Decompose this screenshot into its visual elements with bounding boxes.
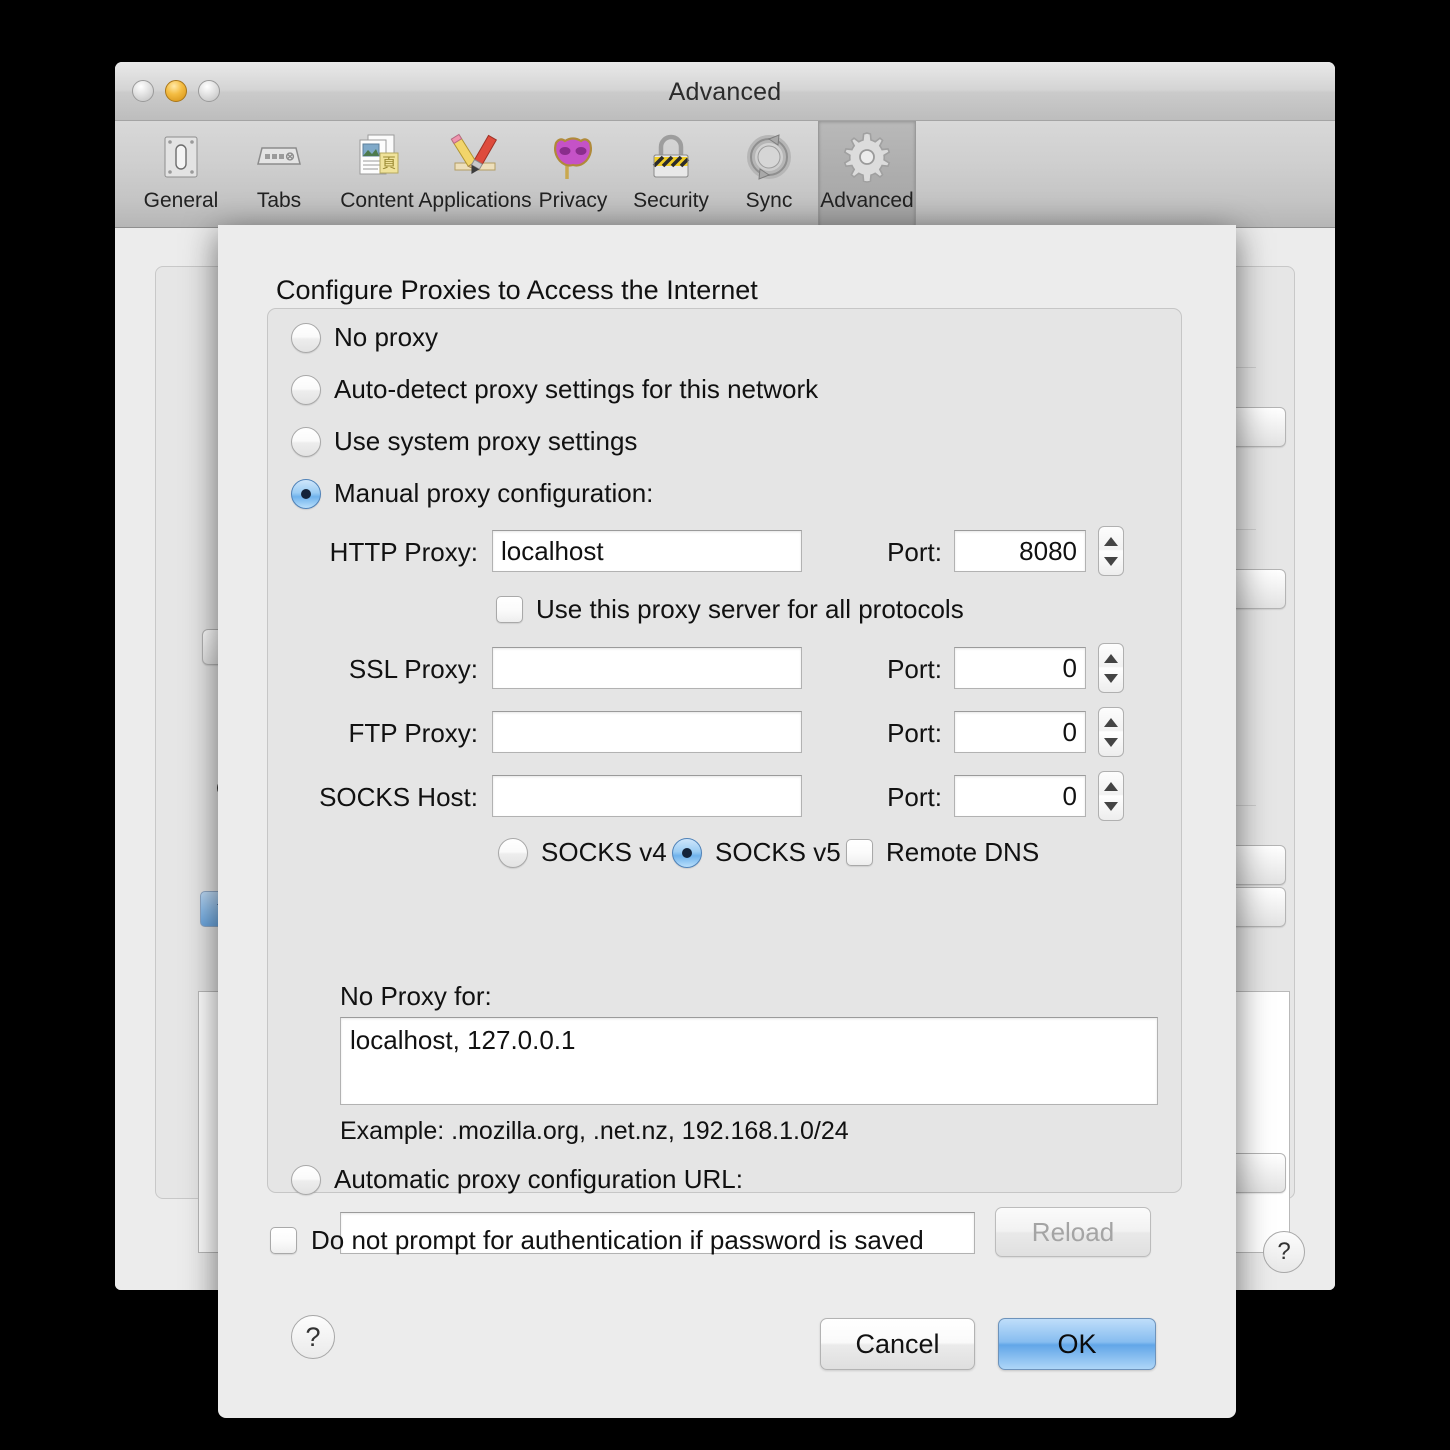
toolbar-item-label: Advanced: [820, 189, 914, 212]
socks-v4-label: SOCKS v4: [541, 837, 667, 867]
no-proxy-example-text: Example: .mozilla.org, .net.nz, 192.168.…: [340, 1117, 849, 1145]
radio-option-no-proxy[interactable]: No proxy: [291, 322, 438, 353]
stepper-up-icon[interactable]: [1104, 781, 1118, 791]
window-titlebar: Advanced: [115, 62, 1335, 121]
radio-icon[interactable]: [498, 837, 528, 868]
socks-port-label: Port:: [887, 782, 942, 812]
stepper-down-icon[interactable]: [1104, 556, 1118, 566]
no-proxy-textarea[interactable]: localhost, 127.0.0.1: [340, 1017, 1158, 1105]
radio-icon[interactable]: [291, 478, 321, 509]
stepper-down-icon[interactable]: [1104, 737, 1118, 747]
remote-dns-label: Remote DNS: [886, 837, 1040, 867]
radio-label: Manual proxy configuration:: [334, 478, 654, 508]
toolbar-item-label: General: [143, 189, 219, 212]
ssl-port-input[interactable]: 0: [954, 647, 1086, 689]
toolbar-item-label: Content: [340, 189, 414, 212]
radio-option-manual[interactable]: Manual proxy configuration:: [291, 478, 653, 509]
stepper-down-icon[interactable]: [1104, 673, 1118, 683]
socks-v4-option[interactable]: SOCKS v4: [498, 837, 667, 868]
help-icon[interactable]: ?: [291, 1315, 335, 1359]
preferences-toolbar: General Tabs 頁 Content Applications Priv…: [115, 121, 1335, 228]
radio-label: Auto-detect proxy settings for this netw…: [334, 374, 819, 404]
all-protocols-checkbox-row[interactable]: Use this proxy server for all protocols: [496, 594, 964, 625]
tabs-icon: [248, 127, 310, 187]
toolbar-item-tabs[interactable]: Tabs: [230, 121, 328, 227]
ssl-port-stepper[interactable]: [1098, 643, 1124, 693]
toolbar-item-privacy[interactable]: Privacy: [524, 121, 622, 227]
sync-arrows-icon: [738, 127, 800, 187]
radio-label: No proxy: [334, 322, 439, 352]
content-pages-icon: 頁: [346, 127, 408, 187]
toolbar-item-security[interactable]: Security: [622, 121, 720, 227]
checkbox-icon[interactable]: [496, 596, 523, 623]
remote-dns-option[interactable]: Remote DNS: [846, 837, 1039, 868]
stepper-up-icon[interactable]: [1104, 717, 1118, 727]
stepper-up-icon[interactable]: [1104, 536, 1118, 546]
http-port-stepper[interactable]: [1098, 526, 1124, 576]
toolbar-item-advanced[interactable]: Advanced: [818, 121, 916, 227]
http-proxy-input[interactable]: localhost: [492, 530, 802, 572]
toolbar-item-label: Sync: [745, 189, 793, 212]
auto-config-option[interactable]: Automatic proxy configuration URL:: [291, 1164, 743, 1195]
ftp-proxy-label: FTP Proxy:: [348, 718, 478, 748]
svg-text:頁: 頁: [382, 156, 396, 172]
stepper-down-icon[interactable]: [1104, 801, 1118, 811]
radio-icon[interactable]: [291, 426, 321, 457]
checkbox-label: Use this proxy server for all protocols: [536, 594, 964, 624]
reload-button[interactable]: Reload: [995, 1207, 1151, 1257]
proxy-settings-dialog: Configure Proxies to Access the Internet…: [218, 225, 1236, 1418]
no-proxy-label: No Proxy for:: [340, 981, 492, 1011]
socks-host-input[interactable]: [492, 775, 802, 817]
ftp-port-stepper[interactable]: [1098, 707, 1124, 757]
radio-icon[interactable]: [672, 837, 702, 868]
padlock-icon: [640, 127, 702, 187]
radio-label: Use system proxy settings: [334, 426, 638, 456]
toolbar-item-label: Security: [633, 189, 709, 212]
auto-config-label: Automatic proxy configuration URL:: [334, 1164, 743, 1194]
dialog-title: Configure Proxies to Access the Internet: [276, 275, 758, 305]
toolbar-item-label: Privacy: [538, 189, 608, 212]
toolbar-item-label: Tabs: [256, 189, 302, 212]
ssl-proxy-input[interactable]: [492, 647, 802, 689]
ftp-proxy-input[interactable]: [492, 711, 802, 753]
http-port-input[interactable]: 8080: [954, 530, 1086, 572]
toolbar-item-applications[interactable]: Applications: [418, 121, 532, 227]
toggle-switch-icon: [150, 127, 212, 187]
mask-icon: [542, 127, 604, 187]
radio-icon[interactable]: [291, 322, 321, 353]
radio-icon[interactable]: [291, 1164, 321, 1195]
socks-host-label: SOCKS Host:: [319, 782, 478, 812]
pencil-ruler-brush-icon: [444, 127, 506, 187]
ok-button[interactable]: OK: [998, 1318, 1156, 1370]
stepper-up-icon[interactable]: [1104, 653, 1118, 663]
socks-v5-option[interactable]: SOCKS v5: [672, 837, 841, 868]
help-icon[interactable]: ?: [1263, 1231, 1305, 1273]
toolbar-item-content[interactable]: 頁 Content: [328, 121, 426, 227]
ftp-port-input[interactable]: 0: [954, 711, 1086, 753]
toolbar-item-sync[interactable]: Sync: [720, 121, 818, 227]
gear-icon: [836, 127, 898, 187]
toolbar-item-label: Applications: [418, 189, 532, 212]
radio-option-auto-detect[interactable]: Auto-detect proxy settings for this netw…: [291, 374, 818, 405]
radio-option-system-proxy[interactable]: Use system proxy settings: [291, 426, 637, 457]
proxy-options-group: No proxy Auto-detect proxy settings for …: [267, 308, 1182, 1257]
socks-v5-label: SOCKS v5: [715, 837, 841, 867]
cancel-button[interactable]: Cancel: [820, 1318, 975, 1370]
http-proxy-label: HTTP Proxy:: [329, 537, 478, 567]
http-port-label: Port:: [887, 537, 942, 567]
checkbox-icon[interactable]: [270, 1227, 297, 1254]
no-auth-prompt-label: Do not prompt for authentication if pass…: [311, 1225, 924, 1255]
checkbox-icon[interactable]: [846, 839, 873, 866]
toolbar-item-general[interactable]: General: [132, 121, 230, 227]
window-title: Advanced: [668, 78, 782, 106]
ssl-port-label: Port:: [887, 654, 942, 684]
socks-port-input[interactable]: 0: [954, 775, 1086, 817]
screen: Advanced General Tabs 頁 Content Applicat…: [0, 0, 1450, 1450]
ssl-proxy-label: SSL Proxy:: [348, 654, 478, 684]
ftp-port-label: Port:: [887, 718, 942, 748]
no-auth-prompt-row[interactable]: Do not prompt for authentication if pass…: [270, 1225, 924, 1256]
socks-port-stepper[interactable]: [1098, 771, 1124, 821]
radio-icon[interactable]: [291, 374, 321, 405]
